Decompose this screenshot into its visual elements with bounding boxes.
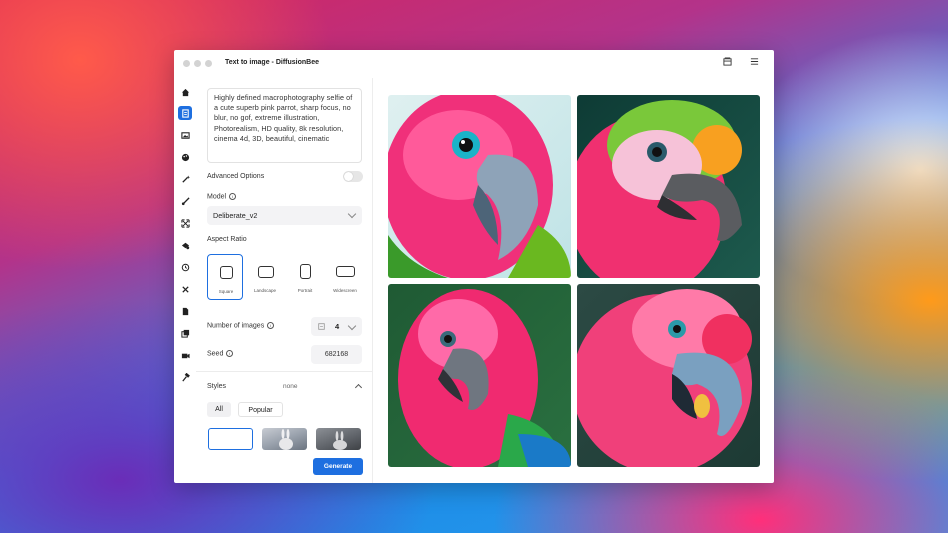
rabbit-thumbnail-image xyxy=(279,429,293,450)
advanced-options-toggle[interactable] xyxy=(343,171,363,182)
model-label: Model xyxy=(207,193,227,201)
parrot-image-4 xyxy=(577,289,752,467)
info-icon[interactable]: i xyxy=(226,350,234,357)
advanced-options-label: Advanced Options xyxy=(207,173,265,180)
brush-icon[interactable] xyxy=(178,194,192,208)
number-of-images-value: 4 xyxy=(335,322,340,331)
chevron-down-icon xyxy=(347,209,357,219)
model-select[interactable]: Deliberate_v2 xyxy=(207,206,362,225)
generated-image-2[interactable] xyxy=(577,95,760,278)
parrot-image-3 xyxy=(398,289,571,467)
chevron-down-icon xyxy=(347,321,357,331)
generate-button[interactable]: Generate xyxy=(313,458,363,475)
portrait-shape-icon xyxy=(300,264,311,279)
magic-wand-icon[interactable] xyxy=(178,172,192,186)
palette-icon[interactable] xyxy=(178,150,192,164)
toggle-knob xyxy=(344,172,353,181)
panel-divider xyxy=(372,78,373,483)
menu-icon[interactable] xyxy=(747,57,761,71)
aspect-option-label: Portrait xyxy=(297,288,313,293)
model-label-row: Model i xyxy=(207,193,237,201)
styles-tab-all[interactable]: All xyxy=(207,402,231,417)
hammer-icon[interactable] xyxy=(178,370,192,384)
gallery-icon[interactable] xyxy=(178,326,192,340)
image-to-image-icon[interactable] xyxy=(178,128,192,142)
tools-icon[interactable] xyxy=(178,282,192,296)
styles-label: Styles xyxy=(207,383,227,390)
style-thumbnail-none[interactable] xyxy=(208,428,253,450)
aspect-option-widescreen[interactable]: Widescreen xyxy=(327,254,363,300)
video-icon[interactable] xyxy=(178,348,192,362)
icon-rail xyxy=(174,84,196,483)
archive-icon[interactable] xyxy=(720,57,734,71)
aspect-option-label: Square xyxy=(218,289,234,294)
square-shape-icon xyxy=(220,266,233,279)
expand-icon[interactable] xyxy=(178,216,192,230)
parrot-image-1 xyxy=(388,95,571,278)
number-of-images-row: Number of images i xyxy=(207,322,275,330)
aspect-ratio-label: Aspect Ratio xyxy=(207,236,247,243)
close-window-button[interactable] xyxy=(183,60,190,67)
rabbit-thumbnail-image xyxy=(333,431,347,450)
style-thumbnail[interactable] xyxy=(262,428,307,450)
home-icon[interactable] xyxy=(178,85,192,99)
generated-image-1[interactable] xyxy=(388,95,571,278)
seed-label: Seed xyxy=(207,350,224,358)
chevron-up-icon[interactable] xyxy=(354,383,363,392)
seed-input[interactable]: 682168 xyxy=(311,345,362,364)
landscape-shape-icon xyxy=(258,266,274,278)
info-icon[interactable]: i xyxy=(267,322,275,329)
prompt-input[interactable]: Highly defined macrophotography selfie o… xyxy=(207,88,362,163)
widescreen-shape-icon xyxy=(336,266,355,277)
history-icon[interactable] xyxy=(178,260,192,274)
styles-value: none xyxy=(283,383,298,390)
app-window: Text to image - DiffusionBee Highly defi… xyxy=(174,50,774,483)
seed-row: Seed i xyxy=(207,350,234,358)
number-of-images-label: Number of images xyxy=(207,322,265,330)
text-to-image-icon[interactable] xyxy=(178,106,192,120)
style-thumbnail[interactable] xyxy=(316,428,361,450)
image-stack-icon xyxy=(318,323,325,330)
zoom-window-button[interactable] xyxy=(205,60,212,67)
layers-icon[interactable] xyxy=(178,238,192,252)
generated-image-3[interactable] xyxy=(388,284,571,467)
settings-panel: Highly defined macrophotography selfie o… xyxy=(196,78,372,483)
aspect-option-square[interactable]: Square xyxy=(207,254,243,300)
styles-tab-popular[interactable]: Popular xyxy=(238,402,283,417)
title-bar: Text to image - DiffusionBee xyxy=(174,50,774,78)
generated-image-4[interactable] xyxy=(577,284,760,467)
parrot-image-2 xyxy=(577,100,742,278)
minimize-window-button[interactable] xyxy=(194,60,201,67)
number-of-images-select[interactable]: 4 xyxy=(311,317,362,336)
aspect-option-label: Landscape xyxy=(253,288,277,293)
aspect-option-landscape[interactable]: Landscape xyxy=(247,254,283,300)
aspect-option-label: Widescreen xyxy=(333,288,357,293)
document-icon[interactable] xyxy=(178,304,192,318)
model-value: Deliberate_v2 xyxy=(213,211,258,220)
aspect-option-portrait[interactable]: Portrait xyxy=(287,254,323,300)
section-divider xyxy=(196,371,372,372)
info-icon[interactable]: i xyxy=(229,193,237,200)
window-title: Text to image - DiffusionBee xyxy=(225,59,319,66)
